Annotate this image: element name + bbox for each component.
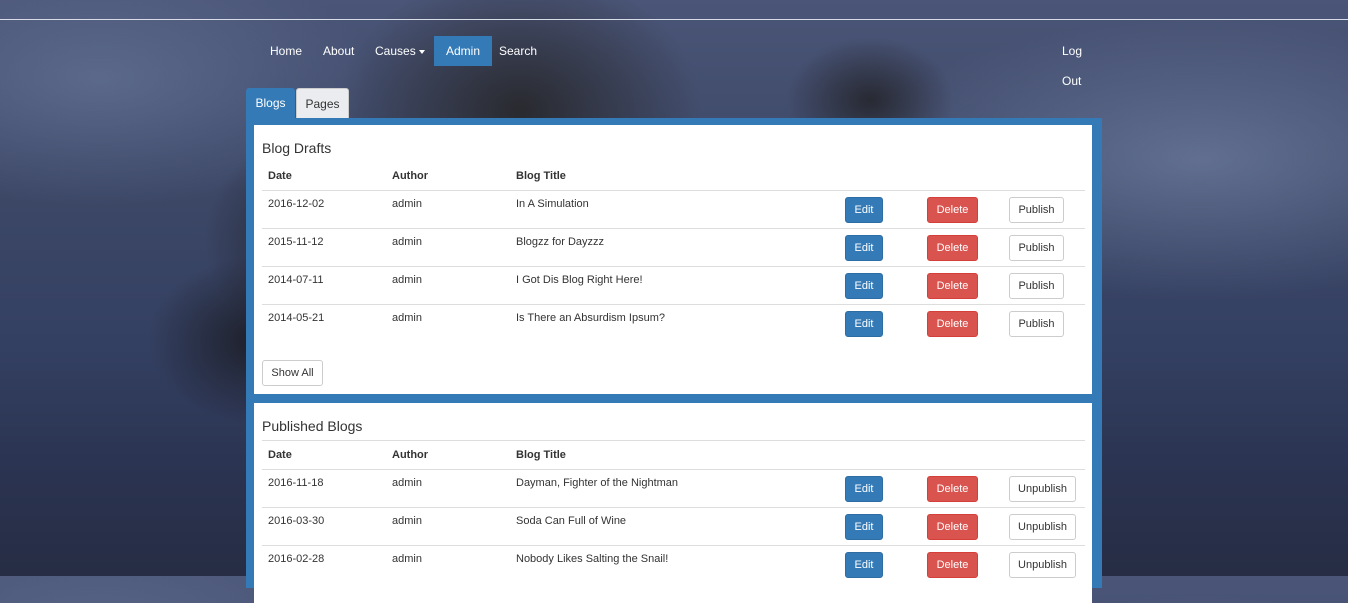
publish-button[interactable]: Publish [1009,196,1064,223]
table-row: 2014-05-21 admin Is There an Absurdism I… [262,304,1085,343]
main-navbar: Home About Causes Admin Search Log Out [262,36,1110,88]
column-header-date: Date [262,440,386,470]
published-blogs-panel: Published Blogs Date Author Blog Title 2… [254,403,1092,603]
tab-pages[interactable]: Pages [296,88,349,118]
table-row: 2014-07-11 admin I Got Dis Blog Right He… [262,266,1085,305]
column-header-date: Date [262,162,386,191]
nav-logout[interactable]: Log Out [1054,36,1110,88]
column-header-blog-title: Blog Title [510,162,839,191]
edit-button[interactable]: Edit [845,196,883,223]
row-date: 2015-11-12 [262,228,386,267]
row-title: Dayman, Fighter of the Nightman [510,469,839,508]
published-blogs-title: Published Blogs [262,418,363,434]
column-header-delete [921,440,1003,470]
publish-button[interactable]: Publish [1009,272,1064,299]
show-all-button[interactable]: Show All [262,360,323,386]
row-date: 2014-05-21 [262,304,386,343]
table-row: 2016-03-30 admin Soda Can Full of Wine E… [262,507,1085,546]
table-row: 2015-11-12 admin Blogzz for Dayzzz Edit … [262,228,1085,267]
top-divider [0,19,1348,20]
table-row: 2016-02-28 admin Nobody Likes Salting th… [262,545,1085,584]
unpublish-button[interactable]: Unpublish [1009,551,1076,578]
delete-button[interactable]: Delete [927,272,978,299]
table-row: 2016-12-02 admin In A Simulation Edit De… [262,190,1085,229]
nav-about[interactable]: About [315,36,362,66]
blog-drafts-table: Date Author Blog Title 2016-12-02 admin … [262,162,1085,343]
row-title: In A Simulation [510,190,839,229]
edit-button[interactable]: Edit [845,234,883,261]
publish-button[interactable]: Publish [1009,234,1064,261]
unpublish-button[interactable]: Unpublish [1009,513,1076,540]
tab-blogs[interactable]: Blogs [246,88,295,118]
blog-drafts-title: Blog Drafts [262,140,332,156]
column-header-author: Author [386,440,510,470]
caret-down-icon [418,49,425,54]
row-author: admin [386,469,510,508]
row-title: Nobody Likes Salting the Snail! [510,545,839,584]
unpublish-button[interactable]: Unpublish [1009,475,1076,502]
delete-button[interactable]: Delete [927,551,978,578]
blog-drafts-panel: Blog Drafts Date Author Blog Title 2016-… [254,125,1092,394]
nav-home[interactable]: Home [262,36,310,66]
delete-button[interactable]: Delete [927,513,978,540]
table-row: 2016-11-18 admin Dayman, Fighter of the … [262,469,1085,508]
row-author: admin [386,266,510,305]
column-header-author: Author [386,162,510,191]
row-author: admin [386,507,510,546]
column-header-blog-title: Blog Title [510,440,839,470]
nav-admin[interactable]: Admin [434,36,493,66]
row-title: Is There an Absurdism Ipsum? [510,304,839,343]
nav-search[interactable]: Search [491,36,545,66]
row-date: 2016-02-28 [262,545,386,584]
delete-button[interactable]: Delete [927,310,978,337]
column-header-edit [839,440,921,470]
column-header-delete [921,162,1003,191]
nav-causes[interactable]: Causes [367,36,433,66]
row-author: admin [386,545,510,584]
row-date: 2016-12-02 [262,190,386,229]
edit-button[interactable]: Edit [845,551,883,578]
published-blogs-table: Date Author Blog Title 2016-11-18 admin … [262,440,1085,584]
row-date: 2014-07-11 [262,266,386,305]
edit-button[interactable]: Edit [845,310,883,337]
row-title: Blogzz for Dayzzz [510,228,839,267]
row-author: admin [386,228,510,267]
row-title: Soda Can Full of Wine [510,507,839,546]
row-date: 2016-11-18 [262,469,386,508]
edit-button[interactable]: Edit [845,513,883,540]
row-date: 2016-03-30 [262,507,386,546]
publish-button[interactable]: Publish [1009,310,1064,337]
column-header-publish [1003,162,1085,191]
delete-button[interactable]: Delete [927,196,978,223]
delete-button[interactable]: Delete [927,234,978,261]
content-frame: Blog Drafts Date Author Blog Title 2016-… [246,118,1102,603]
nav-causes-label: Causes [375,44,416,58]
column-header-edit [839,162,921,191]
row-author: admin [386,190,510,229]
delete-button[interactable]: Delete [927,475,978,502]
edit-button[interactable]: Edit [845,475,883,502]
row-title: I Got Dis Blog Right Here! [510,266,839,305]
edit-button[interactable]: Edit [845,272,883,299]
column-header-unpublish [1003,440,1085,470]
row-author: admin [386,304,510,343]
